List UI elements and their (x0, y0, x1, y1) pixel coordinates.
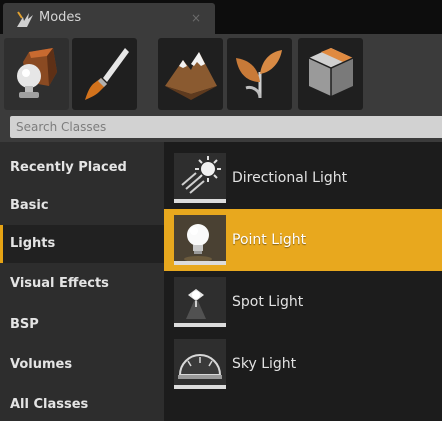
item-label: Spot Light (232, 294, 304, 310)
list-item-sky-light[interactable]: Sky Light (164, 333, 442, 395)
category-visual-effects[interactable]: Visual Effects (0, 265, 164, 303)
thumbnail-underline (174, 261, 226, 265)
close-icon[interactable]: × (191, 11, 201, 25)
geometry-mode-button[interactable] (298, 38, 363, 110)
category-basic[interactable]: Basic (0, 187, 164, 225)
category-sidebar: Recently Placed Basic Lights Visual Effe… (0, 142, 164, 421)
item-label: Sky Light (232, 356, 297, 372)
sky-light-icon (174, 339, 226, 389)
thumbnail-underline (174, 385, 226, 389)
directional-light-icon (174, 153, 226, 203)
class-list: Directional Light Point Light Spot Light… (164, 142, 442, 421)
tab-modes[interactable]: Modes × (3, 3, 215, 34)
list-item-point-light[interactable]: Point Light (164, 209, 442, 271)
paint-brush-icon (77, 42, 133, 106)
tab-title: Modes (39, 10, 82, 25)
category-all-classes[interactable]: All Classes (0, 386, 164, 421)
modes-icon (15, 9, 35, 29)
search-row (0, 114, 442, 142)
modes-panel: Modes × Search Classes Recently Placed B… (0, 0, 442, 421)
thumbnail-underline (174, 199, 226, 203)
landscape-mode-button[interactable] (158, 38, 223, 110)
category-bsp[interactable]: BSP (0, 306, 164, 344)
mode-toolbar (0, 34, 442, 114)
thumbnail-underline (174, 323, 226, 327)
list-item-spot-light[interactable]: Spot Light (164, 271, 442, 333)
paint-mode-button[interactable] (72, 38, 137, 110)
search-input[interactable] (10, 116, 442, 138)
foliage-mode-button[interactable] (227, 38, 292, 110)
tab-strip: Modes × (0, 0, 442, 34)
category-volumes[interactable]: Volumes (0, 346, 164, 384)
geometry-icon (303, 42, 359, 106)
place-icon (9, 42, 65, 106)
landscape-icon (161, 42, 221, 106)
item-label: Point Light (232, 232, 307, 248)
point-light-icon (174, 215, 226, 265)
category-recently-placed[interactable]: Recently Placed (0, 149, 164, 187)
category-lights[interactable]: Lights (0, 225, 164, 263)
spot-light-icon (174, 277, 226, 327)
foliage-icon (232, 42, 288, 106)
item-label: Directional Light (232, 170, 348, 186)
place-mode-button[interactable] (4, 38, 69, 110)
list-item-directional-light[interactable]: Directional Light (164, 147, 442, 209)
